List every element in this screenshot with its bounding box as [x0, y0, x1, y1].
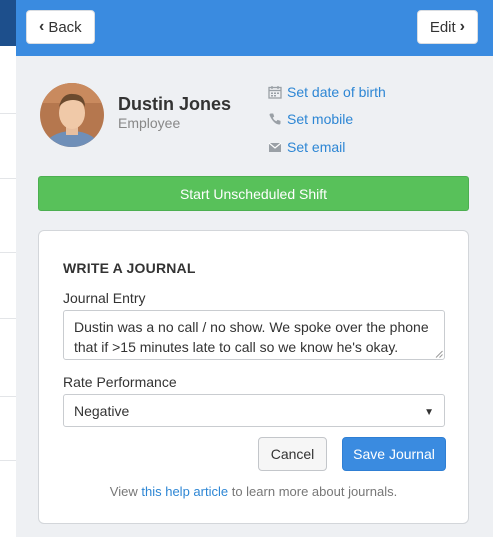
set-birthdate-label: Set date of birth [287, 84, 386, 100]
resize-grip-icon[interactable] [435, 350, 443, 358]
rate-performance-value: Negative [74, 402, 130, 419]
employee-role: Employee [118, 115, 181, 131]
help-text: View this help article to learn more abo… [39, 484, 468, 499]
envelope-icon [268, 142, 282, 152]
back-button[interactable]: ‹ Back [26, 10, 95, 44]
set-birthdate-link[interactable]: Set date of birth [268, 84, 386, 100]
avatar [40, 83, 104, 147]
background-divider [0, 460, 16, 461]
journal-entry-textarea[interactable]: Dustin was a no call / no show. We spoke… [63, 310, 445, 360]
background-divider [0, 178, 16, 179]
set-mobile-label: Set mobile [287, 111, 354, 127]
employee-name: Dustin Jones [118, 94, 232, 114]
background-divider [0, 318, 16, 319]
background-list-strip [0, 0, 17, 537]
journal-title: WRITE A JOURNAL [63, 260, 196, 276]
help-article-link[interactable]: this help article [141, 484, 228, 499]
background-divider [0, 113, 16, 114]
rate-performance-select[interactable]: Negative ▼ [63, 394, 445, 427]
calendar-icon [268, 86, 282, 99]
phone-icon [269, 113, 281, 125]
set-email-link[interactable]: Set email [268, 139, 345, 155]
save-journal-button[interactable]: Save Journal [342, 437, 446, 471]
background-top-bar [0, 0, 16, 46]
panel-header: ‹ Back Edit › [16, 0, 493, 56]
help-prefix: View [109, 484, 138, 499]
set-email-label: Set email [287, 139, 346, 155]
edit-button-label: Edit [429, 18, 456, 36]
chevron-left-icon: ‹ [39, 18, 45, 35]
edit-button[interactable]: Edit › [416, 10, 478, 44]
help-suffix: to learn more about journals. [231, 484, 398, 499]
journal-card: WRITE A JOURNAL Journal Entry Dustin was… [38, 230, 469, 524]
chevron-right-icon: › [459, 18, 465, 35]
employee-detail-panel: ‹ Back Edit › Dustin Jones Employee Set … [16, 0, 493, 537]
set-mobile-link[interactable]: Set mobile [268, 111, 353, 127]
caret-down-icon: ▼ [424, 407, 434, 418]
background-divider [0, 252, 16, 253]
background-divider [0, 396, 16, 397]
start-unscheduled-shift-button[interactable]: Start Unscheduled Shift [38, 176, 469, 211]
cancel-button[interactable]: Cancel [258, 437, 327, 471]
journal-entry-label: Journal Entry [63, 290, 146, 306]
rate-performance-label: Rate Performance [63, 374, 177, 390]
back-button-label: Back [48, 18, 82, 36]
